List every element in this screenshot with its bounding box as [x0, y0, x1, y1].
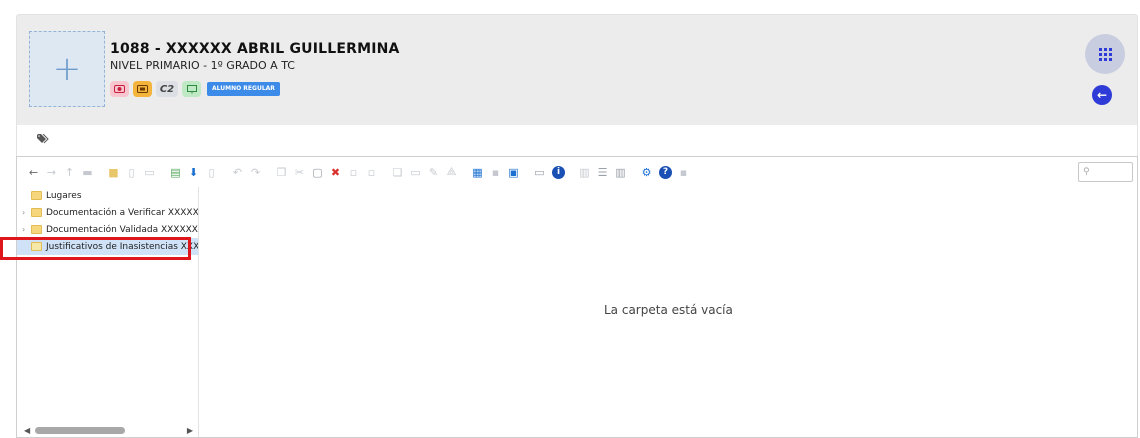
empty-folder-message: La carpeta está vacía	[604, 303, 733, 317]
archive-icon[interactable]: ▪	[487, 164, 504, 181]
grid-icon	[1098, 47, 1112, 61]
preview-icon[interactable]: ▭	[531, 164, 548, 181]
duplicate-icon[interactable]: ❏	[389, 164, 406, 181]
edit-icon[interactable]: ✎	[425, 164, 442, 181]
new-folder-icon[interactable]: ■	[105, 164, 122, 181]
settings-icon[interactable]: ⚙	[638, 164, 655, 181]
student-name: 1088 - XXXXXX ABRIL GUILLERMINA	[110, 41, 400, 57]
id-card-icon[interactable]	[133, 81, 152, 97]
forward-arrow-icon[interactable]: →	[43, 164, 60, 181]
scroll-right-icon[interactable]: ▶	[187, 426, 193, 435]
info-icon[interactable]: i	[552, 165, 565, 179]
file-manager: ← → ↑ ▬ ■ ▯ ▭ ▤ ⬇ ▯ ↶ ↷ ❐ ✂ ▢ ✖ ▫ ▫ ❏ ▭ …	[16, 156, 1138, 438]
arrow-left-icon: ←	[1096, 88, 1108, 102]
scroll-left-icon[interactable]: ◀	[24, 426, 30, 435]
monitor-icon[interactable]	[182, 81, 201, 97]
file-manager-toolbar: ← → ↑ ▬ ■ ▯ ▭ ▤ ⬇ ▯ ↶ ↷ ❐ ✂ ▢ ✖ ▫ ▫ ❏ ▭ …	[17, 157, 1137, 187]
view-columns-icon[interactable]: ▥	[612, 164, 629, 181]
scrollbar-thumb[interactable]	[35, 427, 125, 434]
select-icon[interactable]: ▥	[576, 164, 593, 181]
paste-icon[interactable]: ▢	[309, 164, 326, 181]
c2-badge[interactable]: C2	[156, 81, 178, 97]
tree-node-label: Lugares	[46, 190, 82, 201]
compress-icon[interactable]: ▣	[505, 164, 522, 181]
tree-node-label: Documentación Validada XXXXXX A	[46, 224, 199, 235]
home-icon[interactable]: ▬	[79, 164, 96, 181]
tags-icon[interactable]	[37, 133, 49, 147]
tag-bar	[16, 125, 1138, 157]
chevron-right-icon[interactable]: ›	[22, 208, 25, 217]
empty-icon[interactable]: ▫	[345, 164, 362, 181]
resize-icon[interactable]: ⟁	[443, 164, 460, 181]
apps-menu-button[interactable]	[1085, 34, 1125, 74]
student-header: + 1088 - XXXXXX ABRIL GUILLERMINA NIVEL …	[16, 14, 1138, 125]
undo-icon[interactable]: ↶	[229, 164, 246, 181]
student-level: NIVEL PRIMARIO - 1º GRADO A TC	[110, 59, 295, 72]
help-icon[interactable]: ?	[659, 165, 672, 179]
view-list-icon[interactable]: ☰	[594, 164, 611, 181]
selection-highlight-box	[0, 237, 191, 260]
folder-icon	[31, 208, 42, 217]
status-badge: ALUMNO REGULAR	[207, 82, 280, 96]
rename-icon[interactable]: ▭	[407, 164, 424, 181]
redo-icon[interactable]: ↷	[247, 164, 264, 181]
search-icon: ⚲	[1083, 167, 1090, 177]
folder-tree: Lugares › Documentación a Verificar XXXX…	[17, 187, 199, 437]
tree-horizontal-scrollbar[interactable]: ◀ ▶	[17, 423, 198, 437]
tree-node[interactable]: › Documentación a Verificar XXXXXX	[17, 204, 198, 221]
copy-icon[interactable]: ❐	[273, 164, 290, 181]
get-file-icon[interactable]: ▯	[203, 164, 220, 181]
camera-icon[interactable]	[110, 81, 129, 97]
upload-icon[interactable]: ▤	[167, 164, 184, 181]
plus-icon: +	[52, 49, 82, 89]
student-badges: C2 ALUMNO REGULAR	[110, 81, 280, 97]
extract-icon[interactable]: ▦	[469, 164, 486, 181]
back-button[interactable]: ←	[1092, 85, 1112, 105]
folder-icon	[31, 191, 42, 200]
folder-icon	[31, 225, 42, 234]
tree-node[interactable]: › Documentación Validada XXXXXX A	[17, 221, 198, 238]
add-photo-button[interactable]: +	[29, 31, 105, 107]
tree-node[interactable]: Lugares	[17, 187, 198, 204]
tree-node-label: Documentación a Verificar XXXXXX	[46, 207, 199, 218]
fullscreen-icon[interactable]: ▪	[675, 164, 692, 181]
back-arrow-icon[interactable]: ←	[25, 164, 42, 181]
chevron-right-icon[interactable]: ›	[22, 225, 25, 234]
student-page: + 1088 - XXXXXX ABRIL GUILLERMINA NIVEL …	[0, 0, 1140, 438]
search-input[interactable]: ⚲	[1078, 162, 1133, 182]
open-icon[interactable]: ▭	[141, 164, 158, 181]
up-arrow-icon[interactable]: ↑	[61, 164, 78, 181]
delete-icon[interactable]: ✖	[327, 164, 344, 181]
cut-icon[interactable]: ✂	[291, 164, 308, 181]
trash-icon[interactable]: ▫	[363, 164, 380, 181]
new-file-icon[interactable]: ▯	[123, 164, 140, 181]
download-icon[interactable]: ⬇	[185, 164, 202, 181]
